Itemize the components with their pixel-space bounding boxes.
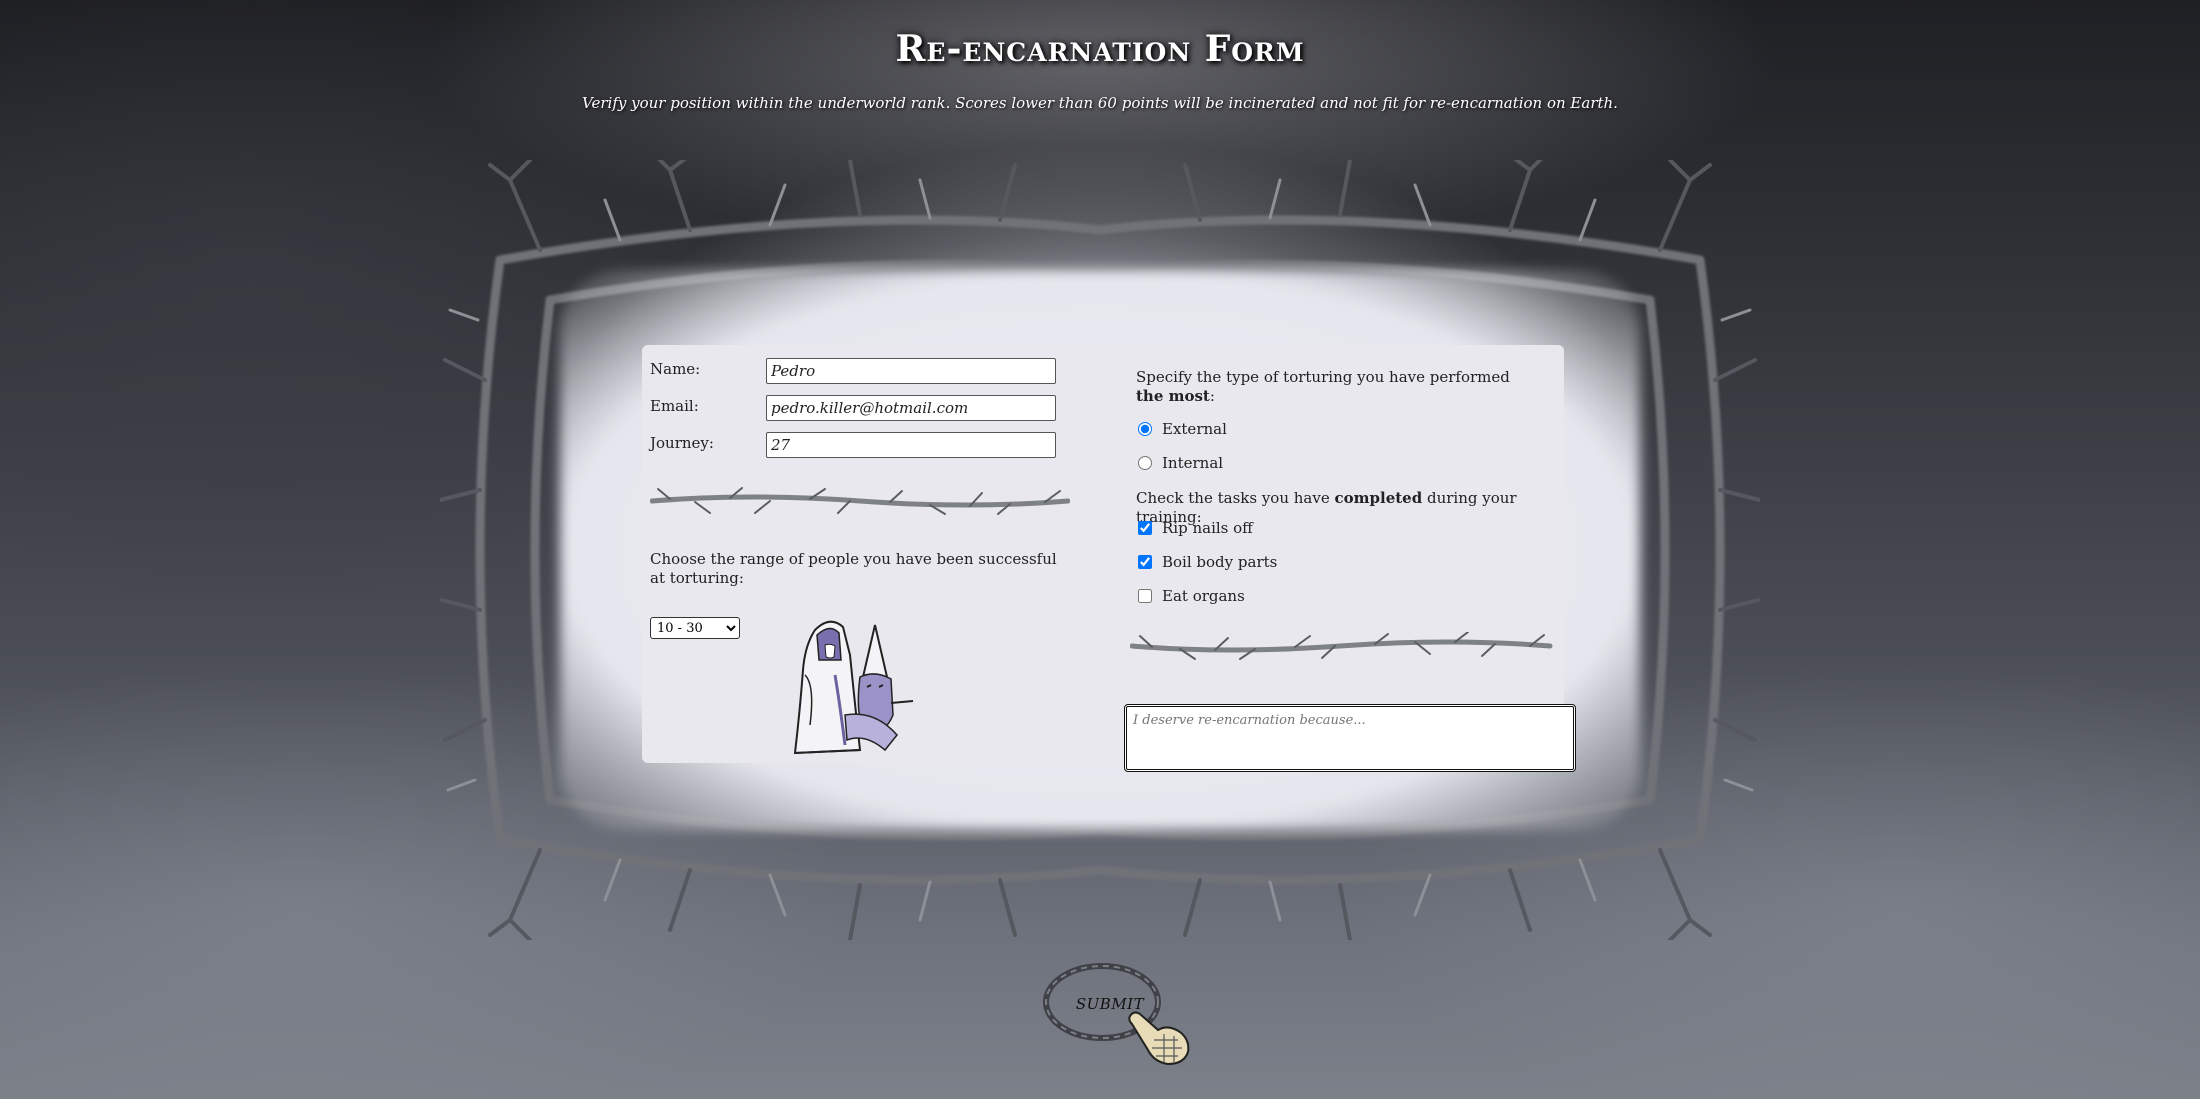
reason-textarea[interactable] <box>1124 704 1576 772</box>
task-eat-organs-label: Eat organs <box>1162 587 1245 605</box>
torture-prompt-end: : <box>1209 387 1215 405</box>
radio-internal-input[interactable] <box>1138 456 1152 470</box>
radio-internal-label: Internal <box>1162 454 1224 472</box>
email-field[interactable] <box>766 395 1056 421</box>
thorn-branch-divider <box>650 487 1070 515</box>
page-subtitle: Verify your position within the underwor… <box>582 94 1618 112</box>
task-boil-body-parts-label: Boil body parts <box>1162 553 1278 571</box>
tasks-prompt-bold: completed <box>1334 489 1423 507</box>
tasks-prompt-text: Check the tasks you have <box>1136 489 1335 507</box>
hooded-executioner-illustration <box>793 620 914 755</box>
journey-label: Journey: <box>650 434 714 452</box>
email-label: Email: <box>650 397 699 415</box>
range-select[interactable]: 10 - 30 <box>650 617 740 639</box>
torture-type-prompt: Specify the type of torturing you have p… <box>1136 368 1536 406</box>
radio-internal[interactable]: Internal <box>1136 454 1223 472</box>
pointing-hand-icon <box>1128 1011 1190 1066</box>
journey-field[interactable] <box>766 432 1056 458</box>
task-boil-body-parts-checkbox[interactable] <box>1138 555 1152 569</box>
task-eat-organs[interactable]: Eat organs <box>1136 587 1245 605</box>
page-title: Re-encarnation Form <box>895 28 1305 70</box>
name-label: Name: <box>650 360 701 378</box>
radio-external[interactable]: External <box>1136 420 1227 438</box>
task-rip-nails-label: Rip nails off <box>1162 519 1253 537</box>
task-rip-nails[interactable]: Rip nails off <box>1136 519 1253 537</box>
radio-external-label: External <box>1162 420 1227 438</box>
torture-prompt-text: Specify the type of torturing you have p… <box>1136 368 1510 386</box>
name-field[interactable] <box>766 358 1056 384</box>
thorn-branch-divider-right <box>1130 632 1553 660</box>
range-prompt: Choose the range of people you have been… <box>650 550 1057 587</box>
radio-external-input[interactable] <box>1138 422 1152 436</box>
task-boil-body-parts[interactable]: Boil body parts <box>1136 553 1277 571</box>
torture-prompt-bold: the most <box>1136 387 1210 405</box>
task-eat-organs-checkbox[interactable] <box>1138 589 1152 603</box>
submit-button[interactable]: SUBMIT <box>1040 960 1200 1070</box>
task-rip-nails-checkbox[interactable] <box>1138 521 1152 535</box>
